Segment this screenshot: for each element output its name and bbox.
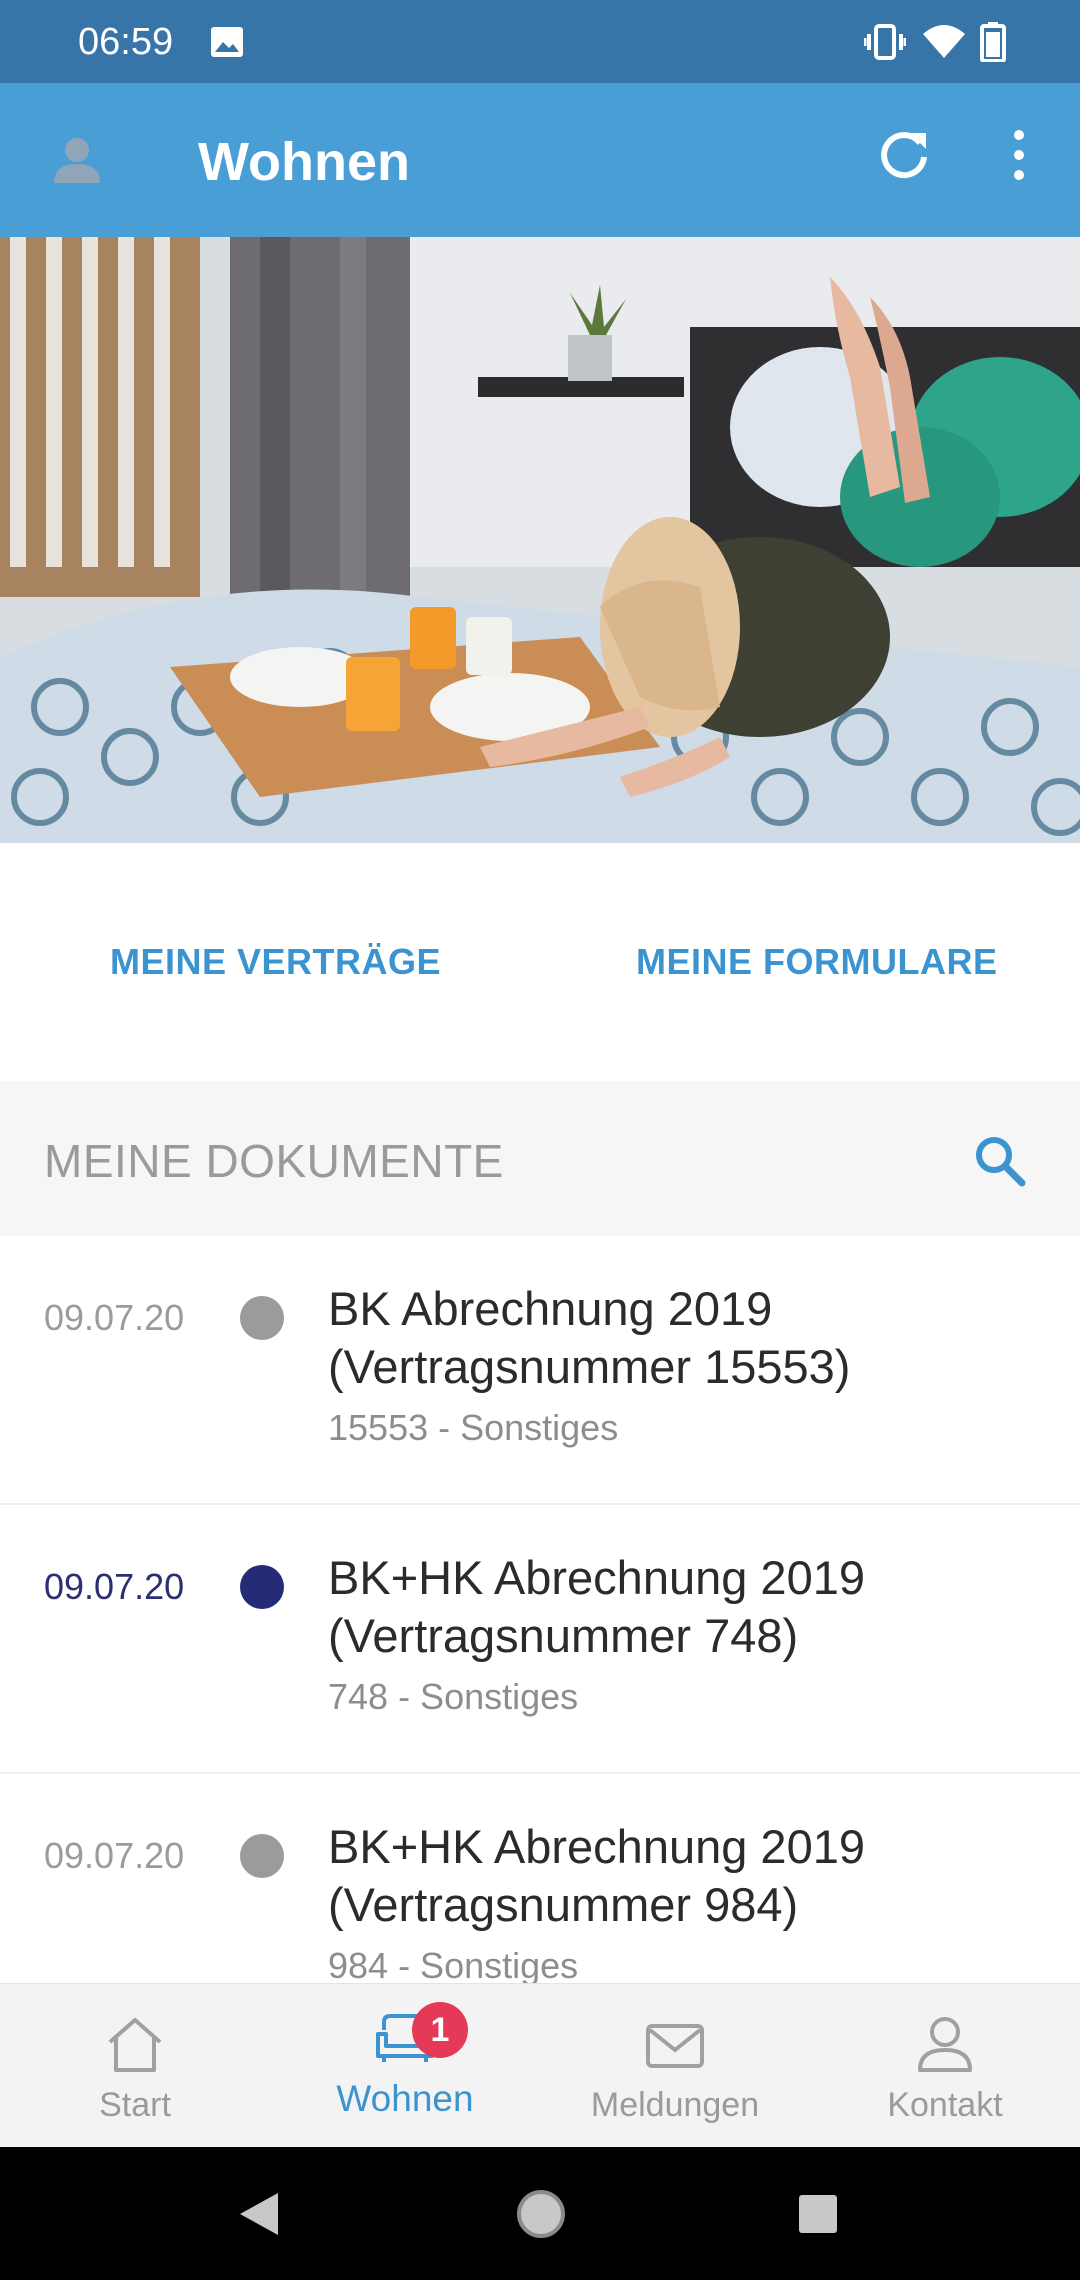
notification-badge: 1	[412, 2002, 468, 2058]
document-title: BK+HK Abrechnung 2019 (Vertragsnummer 98…	[328, 1820, 865, 1931]
search-icon[interactable]	[970, 1131, 1030, 1191]
home-circle-icon[interactable]	[514, 2187, 568, 2241]
avatar-icon[interactable]	[50, 133, 104, 187]
document-title: BK+HK Abrechnung 2019 (Vertragsnummer 74…	[328, 1551, 865, 1662]
document-item[interactable]: 09.07.20 BK+HK Abrechnung 2019 (Vertrags…	[0, 1774, 1080, 1983]
wifi-icon	[923, 25, 965, 58]
documents-section-title: MEINE DOKUMENTE	[44, 1135, 504, 1187]
back-icon[interactable]	[234, 2189, 282, 2239]
document-date: 09.07.20	[44, 1835, 185, 1876]
document-date: 09.07.20	[44, 1297, 185, 1338]
my-forms-link[interactable]: MEINE FORMULARE	[636, 940, 998, 984]
bottom-navigation: Start 1 Wohnen Meldungen Kontakt	[0, 1983, 1080, 2147]
documents-list: 09.07.20 BK Abrechnung 2019 (Vertragsnum…	[0, 1236, 1080, 1983]
nav-item-kontakt[interactable]: Kontakt	[810, 1984, 1080, 2148]
home-icon	[108, 2018, 162, 2072]
status-time: 06:59	[78, 21, 174, 63]
system-navigation-bar	[0, 2147, 1080, 2280]
document-item[interactable]: 09.07.20 BK+HK Abrechnung 2019 (Vertrags…	[0, 1505, 1080, 1774]
nav-label: Kontakt	[887, 2086, 1003, 2124]
nav-label: Start	[99, 2086, 171, 2124]
nav-item-wohnen[interactable]: 1 Wohnen	[270, 1984, 540, 2148]
nav-item-meldungen[interactable]: Meldungen	[540, 1984, 810, 2148]
more-vertical-icon[interactable]	[1004, 125, 1034, 185]
status-bar: 06:59	[0, 0, 1080, 83]
person-icon	[918, 2017, 972, 2072]
documents-section-header: MEINE DOKUMENTE	[0, 1081, 1080, 1236]
read-status-dot	[240, 1296, 284, 1340]
app-bar: Wohnen	[0, 83, 1080, 237]
nav-label: Wohnen	[336, 2078, 474, 2119]
page-title: Wohnen	[198, 132, 410, 192]
gallery-icon	[211, 27, 243, 57]
document-date: 09.07.20	[44, 1566, 185, 1607]
battery-icon	[980, 22, 1006, 62]
hero-image	[0, 237, 1080, 843]
document-subtitle: 984 - Sonstiges	[328, 1945, 579, 1983]
document-subtitle: 748 - Sonstiges	[328, 1676, 579, 1717]
document-item[interactable]: 09.07.20 BK Abrechnung 2019 (Vertragsnum…	[0, 1236, 1080, 1505]
recent-apps-icon[interactable]	[797, 2193, 839, 2235]
read-status-dot	[240, 1834, 284, 1878]
unread-status-dot	[240, 1565, 284, 1609]
document-title: BK Abrechnung 2019 (Vertragsnummer 15553…	[328, 1282, 851, 1393]
document-subtitle: 15553 - Sonstiges	[328, 1407, 619, 1448]
vibrate-icon	[864, 24, 906, 60]
my-contracts-link[interactable]: MEINE VERTRÄGE	[110, 940, 441, 984]
refresh-icon[interactable]	[876, 127, 932, 183]
mail-icon	[646, 2024, 704, 2068]
nav-item-start[interactable]: Start	[0, 1984, 270, 2148]
nav-label: Meldungen	[590, 2086, 760, 2124]
